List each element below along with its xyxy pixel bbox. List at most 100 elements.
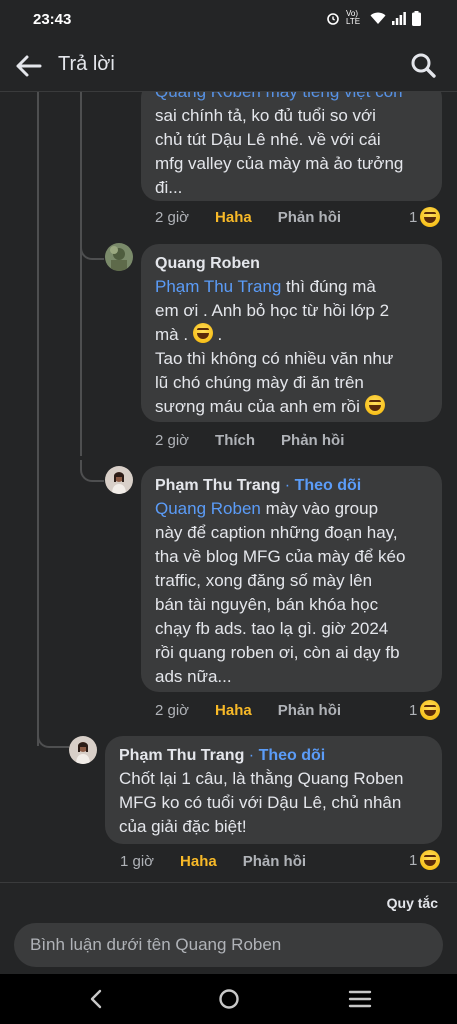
signal-icon (392, 11, 406, 25)
network-label: Vo) LTE (346, 9, 361, 26)
like-button[interactable]: Thích (215, 432, 255, 449)
comment-text: Quang Roben mày tiếng việt còn (155, 92, 428, 104)
nav-home-icon[interactable] (217, 987, 241, 1011)
comment-line: Tao thì không có nhiều văn như (155, 349, 394, 368)
avatar[interactable] (105, 243, 133, 271)
comment-line: này để caption những đoạn hay, (155, 523, 398, 542)
reply-button[interactable]: Phản hồi (281, 432, 344, 449)
comment-author-line: Phạm Thu Trang · Theo dõi (119, 745, 428, 767)
separator-dot: · (280, 477, 295, 494)
follow-button[interactable]: Theo dõi (295, 477, 362, 494)
comment-line: Chốt lại 1 câu, là thằng Quang Roben (119, 769, 404, 788)
status-bar: 23:43 Vo) LTE (0, 0, 457, 38)
comment-line: traffic, xong đăng số mày lên (155, 571, 373, 590)
avatar-image (105, 466, 133, 494)
comment-line: Phạm Thu Trang thì đúng mà (155, 275, 428, 299)
alarm-icon (327, 13, 339, 25)
comment-actions: 1 giờ Haha Phản hồi (120, 853, 306, 870)
laugh-cry-emoji-icon (192, 323, 213, 343)
avatar[interactable] (105, 466, 133, 494)
reaction-count-value: 1 (409, 208, 418, 226)
mention-link[interactable]: Quang Roben (155, 499, 261, 518)
avatar-image (69, 736, 97, 764)
haha-emoji-icon (420, 700, 441, 720)
reaction-count[interactable]: 1 (409, 207, 441, 227)
comment-partial-line: Quang Roben mày tiếng việt còn (155, 92, 403, 101)
laugh-cry-emoji-icon (364, 395, 385, 415)
comment-line: đi... (155, 178, 183, 197)
comment-line: lũ chó chúng mày đi ăn trên (155, 373, 364, 392)
comment-text-fragment: sương máu của anh em rồi (155, 397, 365, 416)
thread-line-outer-curve (37, 732, 69, 748)
comment-thread: Quang Roben mày tiếng việt còn sai chính… (0, 92, 457, 882)
follow-button[interactable]: Theo dõi (259, 747, 326, 764)
reaction-count-value: 1 (409, 701, 418, 719)
avatar[interactable] (69, 736, 97, 764)
app-bar: Trả lời (0, 38, 457, 92)
battery-icon (412, 10, 421, 26)
comment-line: mà . . (155, 323, 223, 344)
haha-reaction-button[interactable]: Haha (215, 702, 252, 719)
comment-bubble[interactable]: Phạm Thu Trang · Theo dõi Quang Roben mà… (141, 466, 442, 692)
reaction-count-value: 1 (409, 851, 418, 869)
comment-bubble[interactable]: Quang Roben Phạm Thu Trang thì đúng mà e… (141, 244, 442, 422)
page-title: Trả lời (58, 53, 115, 75)
comment-line: em ơi . Anh bỏ học từ hồi lớp 2 (155, 301, 390, 320)
status-time: 23:43 (33, 11, 72, 28)
thread-line-outer (37, 92, 39, 746)
thread-line-inner (80, 92, 82, 456)
back-arrow-icon[interactable] (14, 52, 42, 80)
haha-emoji-icon (420, 207, 441, 227)
haha-reaction-button[interactable]: Haha (215, 209, 252, 226)
nav-back-icon[interactable] (85, 987, 109, 1011)
comment-line: MFG ko có tuổi với Dậu Lê, chủ nhân (119, 793, 402, 812)
comment-bubble[interactable]: Quang Roben mày tiếng việt còn sai chính… (141, 92, 442, 201)
comment-time: 1 giờ (120, 853, 155, 870)
comment-author[interactable]: Quang Roben (155, 253, 428, 275)
reply-button[interactable]: Phản hồi (243, 853, 306, 870)
separator-dot: · (244, 747, 259, 764)
comment-line: Quang Roben mày vào group (155, 497, 428, 521)
comment-author[interactable]: Phạm Thu Trang (119, 747, 244, 764)
thread-line-inner-curve-2 (80, 460, 104, 482)
comment-line: của giải đặc biệt! (119, 817, 247, 836)
comment-line: sai chính tả, ko đủ tuổi so với (155, 106, 376, 125)
comment-line: bán tài nguyên, bán khóa học (155, 595, 379, 614)
comment-line: rồi quang roben ơi, còn ai dạy fb (155, 643, 400, 662)
comment-time: 2 giờ (155, 702, 190, 719)
comment-line: tha về blog MFG của mày để kéo (155, 547, 406, 566)
comment-author[interactable]: Phạm Thu Trang (155, 477, 280, 494)
reply-button[interactable]: Phản hồi (278, 209, 341, 226)
status-icons: Vo) LTE (326, 10, 421, 26)
comment-line: mfg valley của mày mà ảo tưởng (155, 154, 404, 173)
comment-bubble[interactable]: Phạm Thu Trang · Theo dõi Chốt lại 1 câu… (105, 736, 442, 844)
comment-line: sương máu của anh em rồi (155, 395, 428, 419)
reaction-count[interactable]: 1 (409, 700, 441, 720)
comment-actions: 2 giờ Haha Phản hồi (155, 209, 341, 226)
search-icon[interactable] (409, 51, 437, 79)
comment-time: 2 giờ (155, 209, 190, 226)
comment-time: 2 giờ (155, 432, 190, 449)
comment-text-fragment: thì đúng mà (281, 277, 376, 296)
nav-recents-icon[interactable] (348, 987, 372, 1011)
comment-actions: 2 giờ Thích Phản hồi (155, 432, 344, 449)
thread-line-inner-curve-1 (80, 240, 104, 260)
reaction-count[interactable]: 1 (409, 850, 441, 870)
wifi-icon (370, 12, 386, 24)
comment-text-fragment: mà . (155, 325, 193, 344)
reply-button[interactable]: Phản hồi (278, 702, 341, 719)
haha-reaction-button[interactable]: Haha (180, 853, 217, 870)
avatar-image (105, 243, 133, 271)
system-nav-bar (0, 974, 457, 1024)
comment-actions: 2 giờ Haha Phản hồi (155, 702, 341, 719)
comment-input[interactable] (14, 923, 443, 967)
comment-line: ads nữa... (155, 667, 232, 686)
comment-author-line: Phạm Thu Trang · Theo dõi (155, 475, 428, 497)
comment-text-fragment: mày vào group (260, 499, 379, 518)
haha-emoji-icon (420, 850, 441, 870)
mention-link[interactable]: Phạm Thu Trang (155, 277, 281, 296)
comment-composer: Quy tắc (0, 882, 457, 974)
comment-line: chạy fb ads. tao lạ gì. giờ 2024 (155, 619, 389, 638)
comment-line: chủ tút Dậu Lê nhé. về với cái (155, 130, 381, 149)
rules-link[interactable]: Quy tắc (387, 895, 438, 911)
